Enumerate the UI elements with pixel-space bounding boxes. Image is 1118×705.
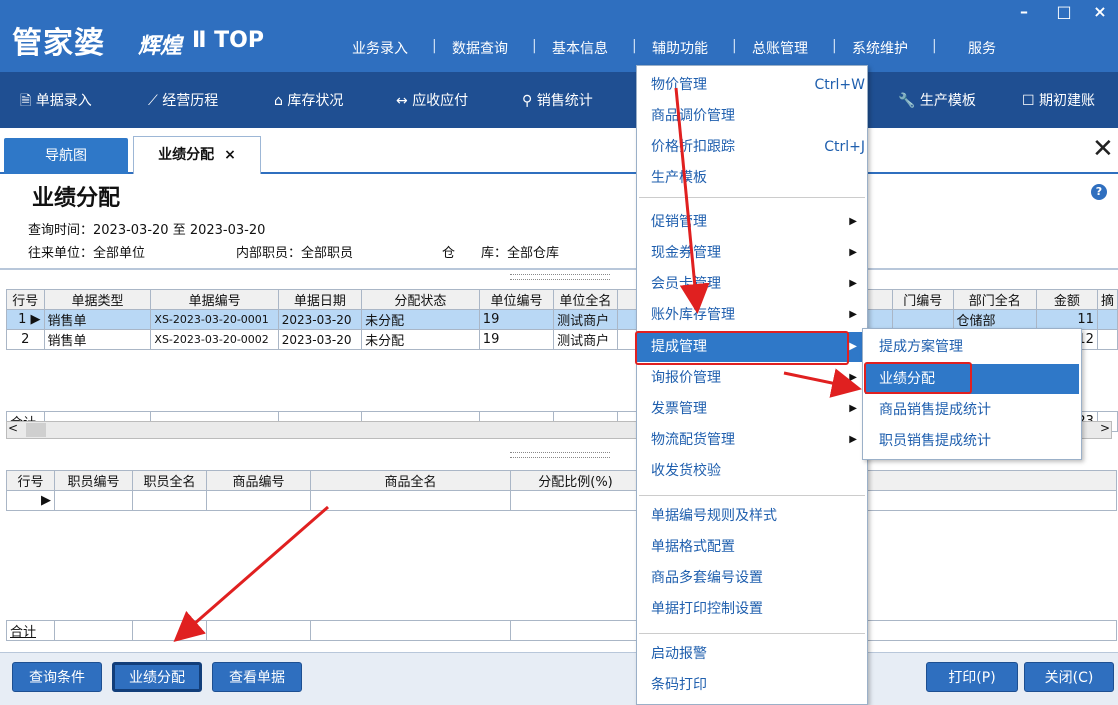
annotation-arrow xyxy=(173,505,329,642)
annotation-arrow xyxy=(783,368,862,398)
annotation-arrows xyxy=(173,87,862,642)
annotation-arrow xyxy=(674,87,710,314)
